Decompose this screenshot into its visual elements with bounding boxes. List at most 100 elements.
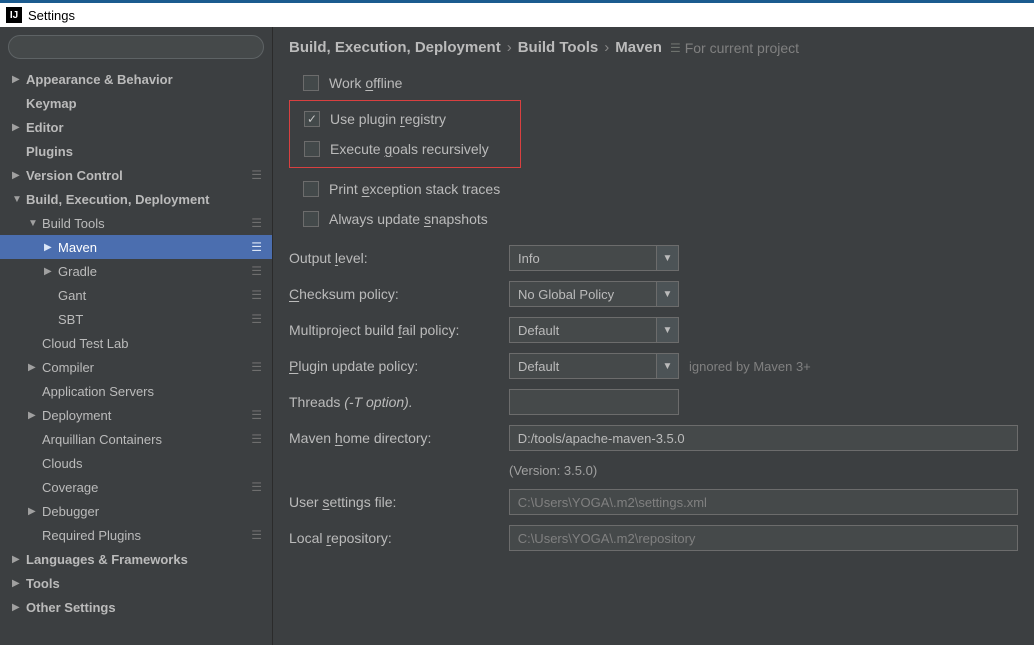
triangle-right-icon[interactable]: ▶: [12, 170, 22, 181]
print-exception-label: Print exception stack traces: [329, 181, 500, 197]
sidebar-item-build-tools[interactable]: ▼Build Tools☰: [0, 211, 272, 235]
sidebar-item-debugger[interactable]: ▶ Debugger: [0, 499, 272, 523]
titlebar: IJ Settings: [0, 0, 1034, 27]
project-scope-icon: ☰: [251, 168, 262, 182]
sidebar-item-label: Gant: [58, 288, 86, 303]
crumb-1[interactable]: Build Tools: [518, 39, 599, 56]
always-update-row[interactable]: Always update snapshots: [289, 204, 1018, 234]
output-level-combo[interactable]: Info ▼: [509, 245, 679, 271]
sidebar-item-label: Arquillian Containers: [42, 432, 162, 447]
sidebar-item-build-execution-deployment[interactable]: ▼ Build, Execution, Deployment: [0, 187, 272, 211]
sidebar-item-arquillian-containers[interactable]: ▶Arquillian Containers☰: [0, 427, 272, 451]
maven-version: (Version: 3.5.0): [289, 456, 1018, 484]
triangle-right-icon[interactable]: ▶: [12, 554, 22, 565]
sidebar-item-required-plugins[interactable]: ▶Required Plugins☰: [0, 523, 272, 547]
triangle-right-icon[interactable]: ▶: [12, 74, 22, 85]
user-settings-input[interactable]: [509, 489, 1018, 515]
triangle-down-icon[interactable]: ▼: [12, 194, 22, 205]
sidebar-item-plugins[interactable]: ▶Plugins: [0, 139, 272, 163]
sidebar-item-label: Clouds: [42, 456, 82, 471]
use-plugin-registry-row[interactable]: ✓ Use plugin registry: [290, 104, 520, 134]
sidebar-item-label: Compiler: [42, 360, 94, 375]
titlebar-title: Settings: [28, 2, 75, 29]
project-scope-icon: ☰: [251, 288, 262, 302]
chevron-down-icon[interactable]: ▼: [657, 281, 679, 307]
sidebar-item-tools[interactable]: ▶Tools: [0, 571, 272, 595]
project-scope-icon: ☰: [670, 41, 681, 55]
chevron-down-icon[interactable]: ▼: [657, 245, 679, 271]
execute-goals-checkbox[interactable]: [304, 141, 320, 157]
sidebar-item-gradle[interactable]: ▶Gradle☰: [0, 259, 272, 283]
chevron-down-icon[interactable]: ▼: [657, 317, 679, 343]
app-icon: IJ: [6, 7, 22, 23]
checksum-combo[interactable]: No Global Policy ▼: [509, 281, 679, 307]
sidebar-item-deployment[interactable]: ▶Deployment☰: [0, 403, 272, 427]
triangle-right-icon[interactable]: ▶: [44, 266, 54, 277]
always-update-label: Always update snapshots: [329, 211, 488, 227]
triangle-right-icon[interactable]: ▶: [28, 506, 38, 517]
sidebar-item-sbt[interactable]: ▶SBT☰: [0, 307, 272, 331]
settings-main: Build, Execution, Deployment › Build Too…: [273, 27, 1034, 645]
sidebar-item-label: Required Plugins: [42, 528, 141, 543]
sidebar-item-label: Build, Execution, Deployment: [26, 192, 209, 207]
project-scope-icon: ☰: [251, 360, 262, 374]
print-exception-row[interactable]: Print exception stack traces: [289, 174, 1018, 204]
triangle-right-icon[interactable]: ▶: [44, 242, 54, 253]
triangle-right-icon[interactable]: ▶: [12, 578, 22, 589]
triangle-right-icon[interactable]: ▶: [12, 122, 22, 133]
search-input[interactable]: [8, 35, 264, 59]
sidebar-item-label: Coverage: [42, 480, 98, 495]
threads-label: Threads (-T option).: [289, 394, 509, 410]
local-repo-input[interactable]: [509, 525, 1018, 551]
multiproject-combo[interactable]: Default ▼: [509, 317, 679, 343]
triangle-right-icon[interactable]: ▶: [28, 410, 38, 421]
chevron-right-icon: ›: [604, 39, 609, 56]
sidebar-item-label: Editor: [26, 120, 64, 135]
project-scope-icon: ☰: [251, 264, 262, 278]
sidebar-item-other-settings[interactable]: ▶Other Settings: [0, 595, 272, 619]
sidebar-item-label: Deployment: [42, 408, 111, 423]
sidebar-item-label: Languages & Frameworks: [26, 552, 188, 567]
checksum-label: Checksum policy:: [289, 286, 509, 302]
sidebar-item-version-control[interactable]: ▶ Version Control ☰: [0, 163, 272, 187]
plugin-update-label: Plugin update policy:: [289, 358, 509, 374]
sidebar-item-clouds[interactable]: ▶Clouds: [0, 451, 272, 475]
crumb-2[interactable]: Maven: [615, 39, 662, 56]
execute-goals-label: Execute goals recursively: [330, 141, 489, 157]
plugin-update-combo[interactable]: Default ▼: [509, 353, 679, 379]
maven-home-input[interactable]: [509, 425, 1018, 451]
sidebar-item-label: Version Control: [26, 168, 123, 183]
project-scope-icon: ☰: [251, 528, 262, 542]
execute-goals-row[interactable]: Execute goals recursively: [290, 134, 520, 164]
sidebar-item-keymap[interactable]: ▶Keymap: [0, 91, 272, 115]
sidebar-item-gant[interactable]: ▶Gant☰: [0, 283, 272, 307]
use-plugin-registry-checkbox[interactable]: ✓: [304, 111, 320, 127]
sidebar-item-label: Debugger: [42, 504, 99, 519]
sidebar-item-editor[interactable]: ▶ Editor: [0, 115, 272, 139]
chevron-right-icon: ›: [507, 39, 512, 56]
triangle-right-icon[interactable]: ▶: [28, 362, 38, 373]
crumb-0[interactable]: Build, Execution, Deployment: [289, 39, 501, 56]
local-repo-label: Local repository:: [289, 530, 509, 546]
sidebar-item-appearance-behavior[interactable]: ▶Appearance & Behavior: [0, 67, 272, 91]
sidebar: ▶Appearance & Behavior▶Keymap ▶ Editor ▶Plu…: [0, 27, 273, 645]
sidebar-item-coverage[interactable]: ▶Coverage☰: [0, 475, 272, 499]
sidebar-item-maven[interactable]: ▶Maven☰: [0, 235, 272, 259]
use-plugin-registry-label: Use plugin registry: [330, 111, 446, 127]
always-update-checkbox[interactable]: [303, 211, 319, 227]
sidebar-item-application-servers[interactable]: ▶Application Servers: [0, 379, 272, 403]
print-exception-checkbox[interactable]: [303, 181, 319, 197]
sidebar-item-languages-frameworks[interactable]: ▶ Languages & Frameworks: [0, 547, 272, 571]
sidebar-item-cloud-test-lab[interactable]: ▶Cloud Test Lab: [0, 331, 272, 355]
triangle-right-icon[interactable]: ▶: [12, 602, 22, 613]
work-offline-row[interactable]: Work offline: [289, 68, 1018, 98]
multiproject-label: Multiproject build fail policy:: [289, 322, 509, 338]
project-scope-icon: ☰: [251, 216, 262, 230]
chevron-down-icon[interactable]: ▼: [657, 353, 679, 379]
plugin-update-note: ignored by Maven 3+: [689, 359, 811, 374]
triangle-down-icon[interactable]: ▼: [28, 218, 38, 229]
sidebar-item-compiler[interactable]: ▶ Compiler ☰: [0, 355, 272, 379]
sidebar-item-label: SBT: [58, 312, 83, 327]
work-offline-checkbox[interactable]: [303, 75, 319, 91]
threads-input[interactable]: [509, 389, 679, 415]
